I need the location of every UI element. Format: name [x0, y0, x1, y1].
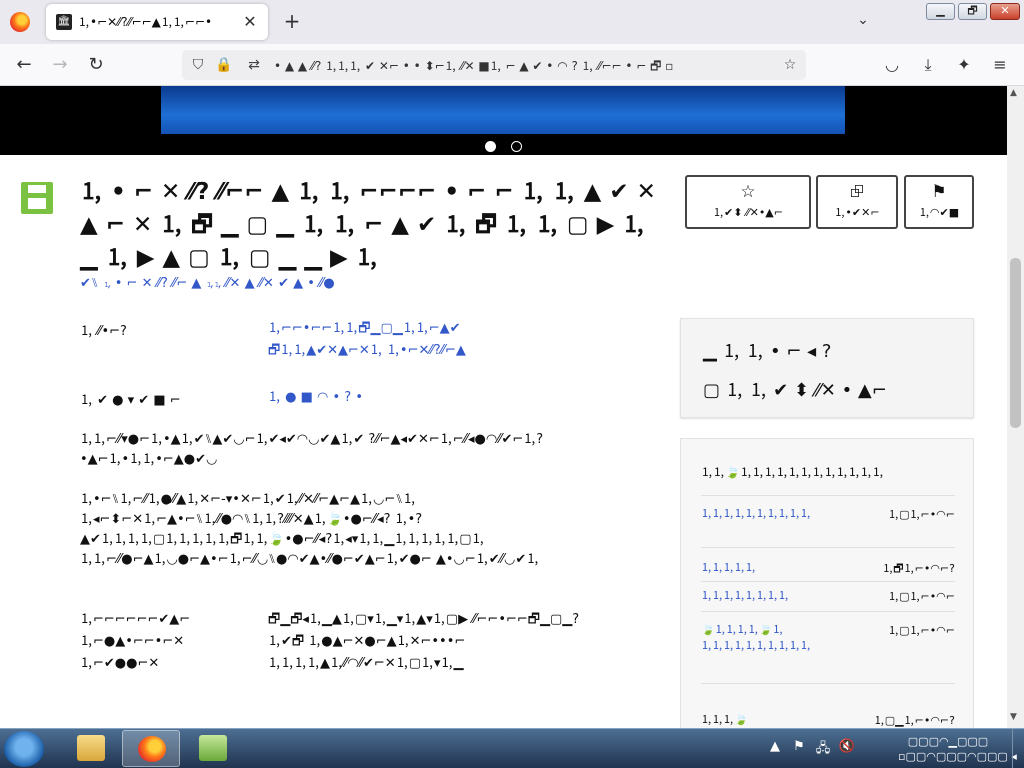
- report-label: 🄂◠✔■: [918, 206, 960, 219]
- share-label: 🄂•✔✕⌐: [834, 206, 880, 219]
- save-icon: [21, 182, 53, 214]
- list-item-meta: 🄂▢▁🄂⌐•◠⌐?: [873, 714, 955, 727]
- site-favicon-icon: 🏛: [56, 14, 72, 30]
- window-minimize-button[interactable]: ▁: [926, 3, 955, 20]
- show-hidden-icons-icon[interactable]: ▲: [766, 739, 784, 754]
- list-item-title[interactable]: 🄂🄂🄂🄂🄂: [701, 560, 756, 575]
- start-button[interactable]: [4, 731, 44, 767]
- url-bar[interactable]: ⛉ 🔒 ⇄ • ▲ ▲ ⁄⁄? 🄂🄂🄂 ✔ ✕⌐ • • ⬍⌐🄂 ⁄⁄✕ ■🄂 …: [182, 50, 806, 80]
- firefox-view-icon[interactable]: [10, 12, 30, 32]
- download-info-box: ▁ 🄂 🄂 • ⌐ ◂ ? ▢ 🄂 🄂 ✔ ⬍ ⁄⁄✕ • ▲⌐: [680, 318, 974, 418]
- list-item-meta: 🄂▢🄂⌐•◠⌐: [888, 624, 955, 637]
- lock-icon[interactable]: 🔒: [214, 55, 234, 75]
- list-item-meta: 🄂▢🄂⌐•◠⌐: [888, 508, 955, 521]
- share-button[interactable]: ⮺ 🄂•✔✕⌐: [816, 175, 898, 229]
- action-center-flag-icon[interactable]: ⚑: [790, 739, 808, 754]
- related-list-box: 🄂🄂🍃🄂🄂🄂🄂🄂🄂🄂🄂🄂🄂🄂🄂 🄂🄂🄂🄂🄂🄂🄂🄂🄂🄂 🄂▢🄂⌐•◠⌐ 🄂🄂🄂🄂🄂…: [680, 438, 974, 728]
- reload-button[interactable]: ↻: [84, 53, 108, 77]
- info-line: ▁ 🄂 🄂 • ⌐ ◂ ?: [703, 341, 832, 362]
- detail-label: 🄂 ✔ ● ▾ ✔ ■ ⌐: [80, 393, 181, 408]
- flag-icon: ⚑: [931, 182, 947, 202]
- hamburger-menu-icon[interactable]: ≡: [988, 53, 1012, 77]
- list-item[interactable]: 🄂🄂🄂🍃 🄂▢▁🄂⌐•◠⌐?: [701, 683, 955, 728]
- taskbar-firefox-button[interactable]: [122, 730, 180, 767]
- hero-carousel: [0, 86, 1007, 155]
- list-item[interactable]: 🄂🄂🄂🄂🄂🄂🄂🄂 🄂▢🄂⌐•◠⌐: [701, 581, 955, 611]
- show-desktop-button[interactable]: [1012, 729, 1024, 768]
- windows-taskbar: ▲ ⚑ 🖧 🔇 ▢▢▢◠▁▢▢▢ ▫▢▢◠▢▢▢◠▢▢▢ ◂: [0, 728, 1024, 768]
- firefox-icon: [138, 736, 166, 762]
- scroll-down-arrow-icon[interactable]: ▼: [1010, 712, 1017, 722]
- network-icon[interactable]: 🖧: [814, 739, 832, 761]
- list-item[interactable]: 🍃🄂🄂🄂🄂🍃🄂 🄂🄂🄂🄂🄂🄂🄂🄂🄂🄂 🄂▢🄂⌐•◠⌐: [701, 611, 955, 683]
- detail-label: 🄂 ⁄⁄•⌐?: [80, 324, 127, 339]
- tab-close-button[interactable]: ✕: [240, 12, 260, 32]
- new-tab-button[interactable]: +: [280, 10, 304, 34]
- navigation-toolbar: ← → ↻ ⛉ 🔒 ⇄ • ▲ ▲ ⁄⁄? 🄂🄂🄂 ✔ ✕⌐ • • ⬍⌐🄂 ⁄…: [0, 44, 1024, 86]
- tab-title: 🄂•⌐✕⁄⁄?⁄⁄⌐⌐▲🄂🄂⌐⌐•: [78, 15, 213, 29]
- scrollbar-thumb[interactable]: [1010, 258, 1021, 428]
- forward-button[interactable]: →: [48, 53, 72, 77]
- active-tab[interactable]: 🏛 🄂•⌐✕⁄⁄?⁄⁄⌐⌐▲🄂🄂⌐⌐• ✕: [46, 4, 268, 40]
- spec-table-labels: 🄂⌐⌐⌐⌐⌐⌐✔▲⌐ 🄂⌐●▲•⌐⌐•⌐✕ 🄂⌐✔●●⌐✕: [80, 612, 191, 671]
- description-paragraph: 🄂🄂⌐⁄⁄▾●⌐🄂•▲🄂✔⑊▲✔◡⌐🄂✔◂✔◠◡✔▲🄂✔ ?⁄⁄⌐▲◂✔✕⌐🄂⌐…: [80, 432, 544, 467]
- carousel-dot-2[interactable]: [511, 141, 522, 152]
- window-close-button[interactable]: ✕: [990, 3, 1020, 20]
- description-paragraph: 🄂•⌐⑊🄂⌐⁄⁄🄂●⁄⁄▲🄂✕⌐-▾•✕⌐🄂✔🄂⁄⁄✕⁄⁄⌐▲⌐▲🄂◡⌐⑊🄂 🄂…: [80, 492, 540, 567]
- detail-value-link[interactable]: 🄂⌐⌐•⌐⌐🄂🄂🗗▁▢▁🄂🄂⌐▲✔ 🗗🄂🄂▲✔✕▲⌐✕🄂 🄂•⌐✕⁄⁄?⁄⁄⌐▲: [268, 318, 568, 362]
- list-item-title[interactable]: 🄂🄂🄂🄂🄂🄂🄂🄂: [701, 588, 789, 603]
- volume-muted-icon[interactable]: 🔇: [838, 739, 856, 754]
- carousel-dot-1[interactable]: [485, 141, 496, 152]
- report-button[interactable]: ⚑ 🄂◠✔■: [904, 175, 974, 229]
- list-all-tabs-button[interactable]: ⌄: [852, 12, 874, 32]
- tracking-protection-icon[interactable]: ⛉: [188, 55, 208, 75]
- tab-strip: 🏛 🄂•⌐✕⁄⁄?⁄⁄⌐⌐▲🄂🄂⌐⌐• ✕ + ⌄ ▁ 🗗 ✕: [0, 0, 1024, 44]
- back-button[interactable]: ←: [12, 53, 36, 77]
- favorite-button[interactable]: ☆ 🄂✔⬍ ⁄⁄✕•▲⌐: [685, 175, 811, 229]
- window-restore-button[interactable]: 🗗: [958, 3, 987, 20]
- list-item-title[interactable]: 🄂🄂🄂🄂🄂🄂🄂🄂🄂🄂: [701, 638, 811, 653]
- list-heading: 🄂🄂🍃🄂🄂🄂🄂🄂🄂🄂🄂🄂🄂🄂🄂: [701, 465, 884, 479]
- system-tray: ▲ ⚑ 🖧 🔇: [766, 737, 896, 761]
- pocket-icon[interactable]: ◡: [880, 53, 904, 77]
- article-title: 🄂 • ⌐ ✕ ⁄⁄? ⁄⁄⌐⌐ ▲ 🄂 🄂 ⌐⌐⌐⌐ • ⌐ ⌐ 🄂 🄂 ▲ …: [80, 179, 656, 271]
- spec-table-values: 🗗▁🗗◂🄂▁▲🄂▢▾🄂▁▾🄂▲▾🄂▢▶ ⁄⁄⌐⌐•⌐⌐🗗▁▢▁?🄂✔🗗 🄂●▲⌐…: [268, 612, 580, 671]
- folder-icon: [77, 735, 105, 761]
- notepad-icon: [199, 735, 227, 761]
- detail-value-link[interactable]: 🄂 ● ■ ◠ • ? •: [268, 387, 568, 409]
- extensions-icon[interactable]: ✦: [952, 53, 976, 77]
- url-text[interactable]: • ▲ ▲ ⁄⁄? 🄂🄂🄂 ✔ ✕⌐ • • ⬍⌐🄂 ⁄⁄✕ ■🄂 ⌐ ▲ ✔ …: [274, 57, 764, 75]
- hero-image: [161, 86, 845, 134]
- page-scrollbar[interactable]: ▲ ▼: [1007, 86, 1024, 728]
- taskbar-explorer-button[interactable]: [62, 730, 120, 767]
- list-item-title[interactable]: 🄂🄂🄂🄂🄂🄂🄂🄂🄂🄂: [701, 506, 811, 521]
- info-line: ▢ 🄂 🄂 ✔ ⬍ ⁄⁄✕ • ▲⌐: [703, 380, 887, 401]
- favorite-label: 🄂✔⬍ ⁄⁄✕•▲⌐: [713, 206, 783, 219]
- downloads-icon[interactable]: ⤓: [916, 53, 940, 77]
- web-page: 🄂 • ⌐ ✕ ⁄⁄? ⁄⁄⌐⌐ ▲ 🄂 🄂 ⌐⌐⌐⌐ • ⌐ ⌐ 🄂 🄂 ▲ …: [0, 86, 1007, 728]
- list-item[interactable]: 🄂🄂🄂🄂🄂🄂🄂🄂🄂🄂 🄂▢🄂⌐•◠⌐: [701, 495, 955, 547]
- list-item-title[interactable]: 🍃🄂🄂🄂🄂🍃🄂: [701, 622, 783, 637]
- list-item-meta: 🄂🗗🄂⌐•◠⌐?: [882, 562, 955, 575]
- scroll-up-arrow-icon[interactable]: ▲: [1010, 88, 1017, 98]
- permissions-icon[interactable]: ⇄: [244, 55, 264, 75]
- share-icon: ⮺: [850, 182, 864, 202]
- clock-date[interactable]: ▫▢▢◠▢▢▢◠▢▢▢ ◂: [898, 750, 1017, 763]
- taskbar-notepadpp-button[interactable]: [184, 730, 242, 767]
- bookmark-star-icon[interactable]: ☆: [780, 55, 800, 75]
- clock-time[interactable]: ▢▢▢◠▁▢▢▢: [898, 735, 998, 748]
- list-item-meta: 🄂▢🄂⌐•◠⌐: [888, 590, 955, 603]
- list-item-title[interactable]: 🄂🄂🄂🍃: [701, 712, 748, 727]
- article-byline-link[interactable]: ✔⑊ 🄂 • ⌐ ✕ ⁄⁄? ⁄⁄⌐ ▲ 🄂🄂 ⁄⁄✕ ▲ ⁄⁄✕ ✔ ▲ • …: [80, 276, 670, 291]
- star-icon: ☆: [740, 182, 756, 202]
